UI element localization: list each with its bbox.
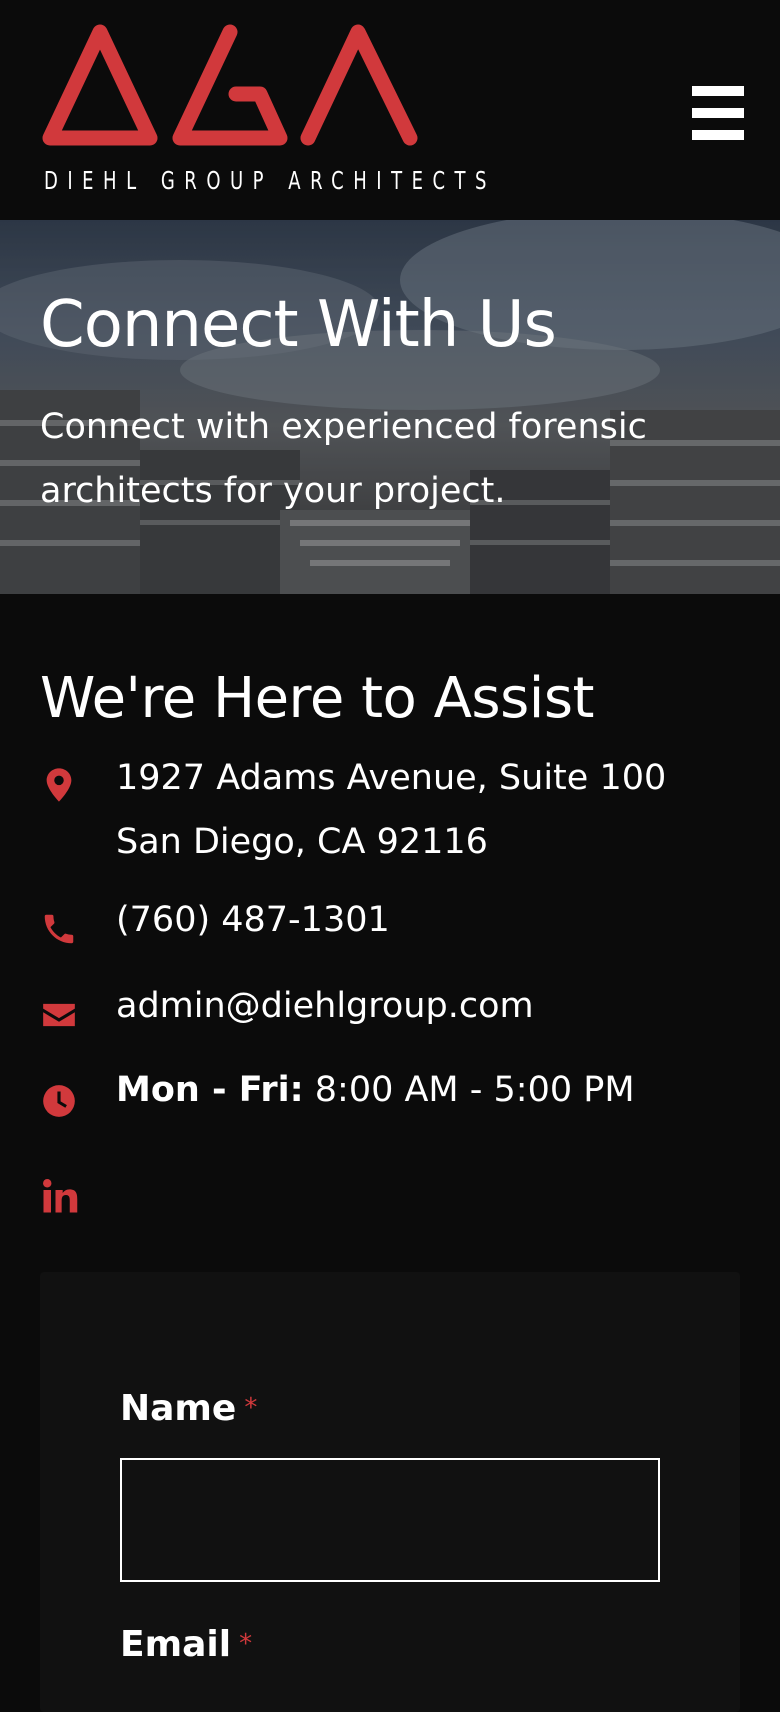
hours-value: 8:00 AM - 5:00 PM bbox=[314, 1070, 635, 1110]
name-input[interactable] bbox=[120, 1458, 660, 1582]
site-header: DIEHL GROUP ARCHITECTS bbox=[0, 0, 780, 220]
brand-name: DIEHL GROUP ARCHITECTS bbox=[44, 166, 496, 195]
name-label-text: Name bbox=[120, 1388, 237, 1429]
address-line-2: San Diego, CA 92116 bbox=[116, 822, 488, 862]
required-marker: * bbox=[239, 1629, 253, 1659]
phone-number[interactable]: (760) 487-1301 bbox=[116, 888, 390, 952]
email-address[interactable]: admin@diehlgroup.com bbox=[116, 974, 534, 1038]
hamburger-menu-icon[interactable] bbox=[692, 86, 744, 140]
hours-label: Mon - Fri: bbox=[116, 1070, 304, 1110]
contact-form: Name * Email * bbox=[40, 1272, 740, 1712]
envelope-icon bbox=[43, 1003, 75, 1027]
hero-subtitle: Connect with experienced forensic archit… bbox=[40, 407, 647, 511]
phone-icon bbox=[44, 914, 74, 944]
email-label-text: Email bbox=[120, 1624, 232, 1665]
map-pin-icon bbox=[46, 768, 72, 802]
section-title: We're Here to Assist bbox=[40, 666, 594, 731]
business-hours: Mon - Fri: 8:00 AM - 5:00 PM bbox=[116, 1058, 635, 1122]
linkedin-icon[interactable] bbox=[42, 1178, 78, 1214]
email-label: Email * bbox=[120, 1624, 252, 1665]
name-label: Name * bbox=[120, 1388, 257, 1429]
contact-section: We're Here to Assist 1927 Adams Avenue, … bbox=[0, 594, 780, 1712]
dga-triangles-logo bbox=[42, 24, 418, 146]
hero-banner: Connect With Us Connect with experienced… bbox=[0, 220, 780, 594]
address-line-1: 1927 Adams Avenue, Suite 100 bbox=[116, 758, 667, 798]
clock-icon bbox=[43, 1085, 75, 1117]
brand-logo[interactable]: DIEHL GROUP ARCHITECTS bbox=[40, 22, 486, 202]
page-title: Connect With Us bbox=[40, 288, 557, 362]
required-marker: * bbox=[244, 1393, 258, 1423]
